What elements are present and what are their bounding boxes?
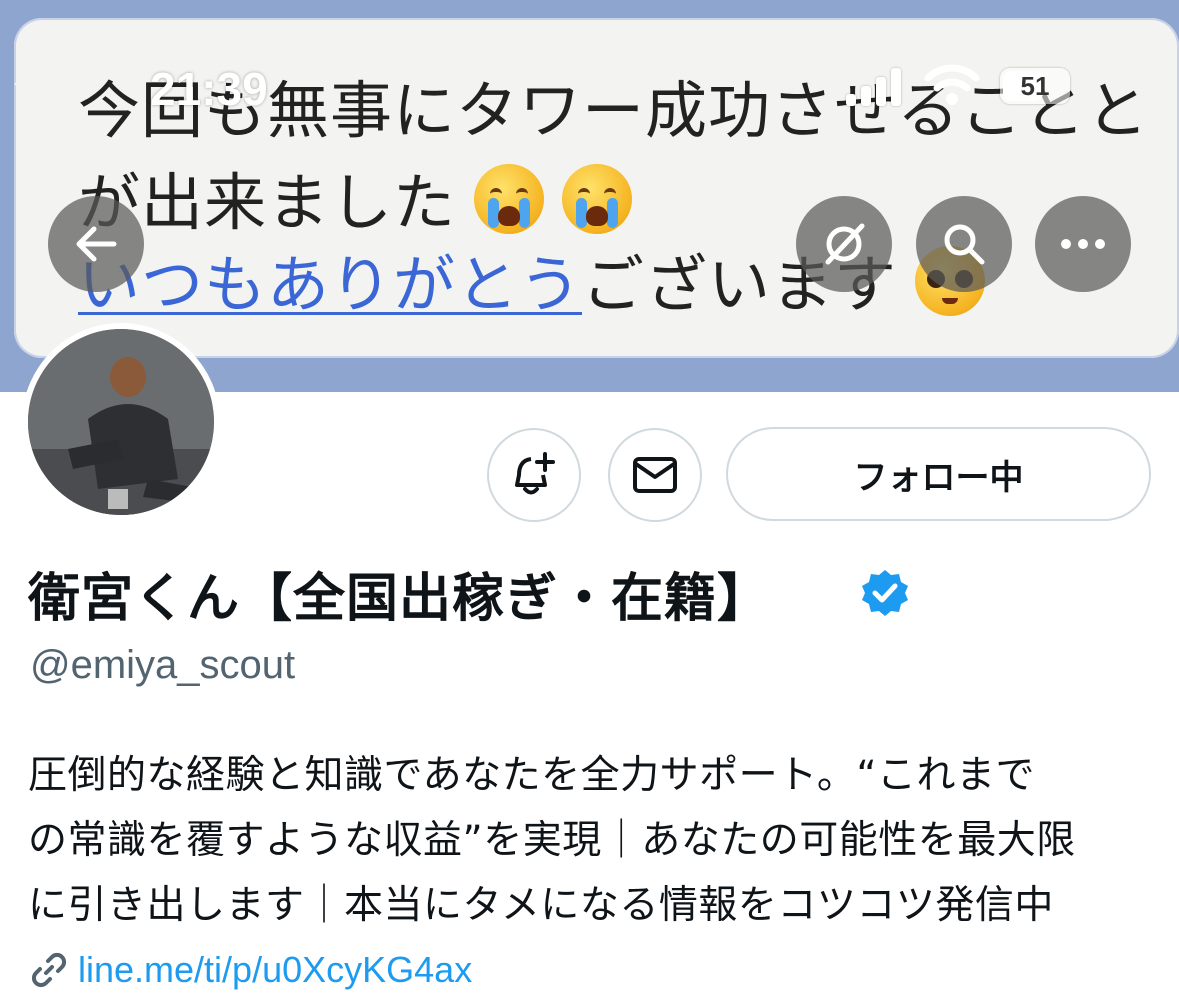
battery-level: 51 [1020, 71, 1050, 101]
wifi-icon [924, 64, 980, 105]
crying-emoji-icon [474, 164, 545, 234]
search-button[interactable] [916, 196, 1012, 292]
display-name: 衛宮くん【全国出稼ぎ・在籍】 [28, 569, 771, 629]
bio-line: 圧倒的な経験と知識であなたを全力サポート。“これまで [28, 753, 1036, 798]
back-button[interactable] [48, 196, 144, 292]
grok-button[interactable] [796, 196, 892, 292]
profile-bio: 圧倒的な経験と知識であなたを全力サポート。“これまで の常識を覆すような収益”を… [28, 743, 1168, 938]
user-handle: @emiya_scout [30, 643, 296, 687]
bio-line: に引き出します｜本当にタメになる情報をコツコツ発信中 [28, 883, 1054, 928]
notify-button[interactable] [487, 428, 581, 522]
banner-link-text: いつもありがとう [78, 248, 583, 321]
status-time: 21:39 [150, 63, 268, 115]
more-button[interactable] [1035, 196, 1131, 292]
more-icon [1061, 239, 1105, 249]
profile-banner[interactable]: 今回も無事にタワー成功させることと が出来ました いつもありがとうございます 2… [0, 0, 1179, 392]
mail-icon [633, 457, 677, 493]
chat-bubble-tail [14, 68, 34, 100]
avatar[interactable] [22, 323, 220, 521]
cellular-signal-icon [846, 66, 906, 106]
bell-plus-icon [515, 452, 555, 495]
crying-emoji-icon [562, 164, 633, 234]
profile-link[interactable]: line.me/ti/p/u0XcyKG4ax [30, 948, 472, 992]
message-button[interactable] [608, 428, 702, 522]
avatar-photo [28, 329, 214, 515]
following-button[interactable]: フォロー中 [726, 427, 1151, 521]
banner-text-line-2: が出来ました [78, 164, 633, 234]
bio-line: の常識を覆すような収益”を実現｜あなたの可能性を最大限 [28, 818, 1076, 863]
link-icon [31, 952, 67, 988]
search-icon [944, 224, 985, 265]
battery-icon: 51 [1000, 68, 1070, 104]
verified-badge-icon [862, 570, 908, 616]
arrow-left-icon [76, 226, 117, 262]
profile-link-text[interactable]: line.me/ti/p/u0XcyKG4ax [78, 949, 472, 991]
grok-icon [825, 223, 865, 265]
avatar-figure-icon [28, 329, 214, 515]
